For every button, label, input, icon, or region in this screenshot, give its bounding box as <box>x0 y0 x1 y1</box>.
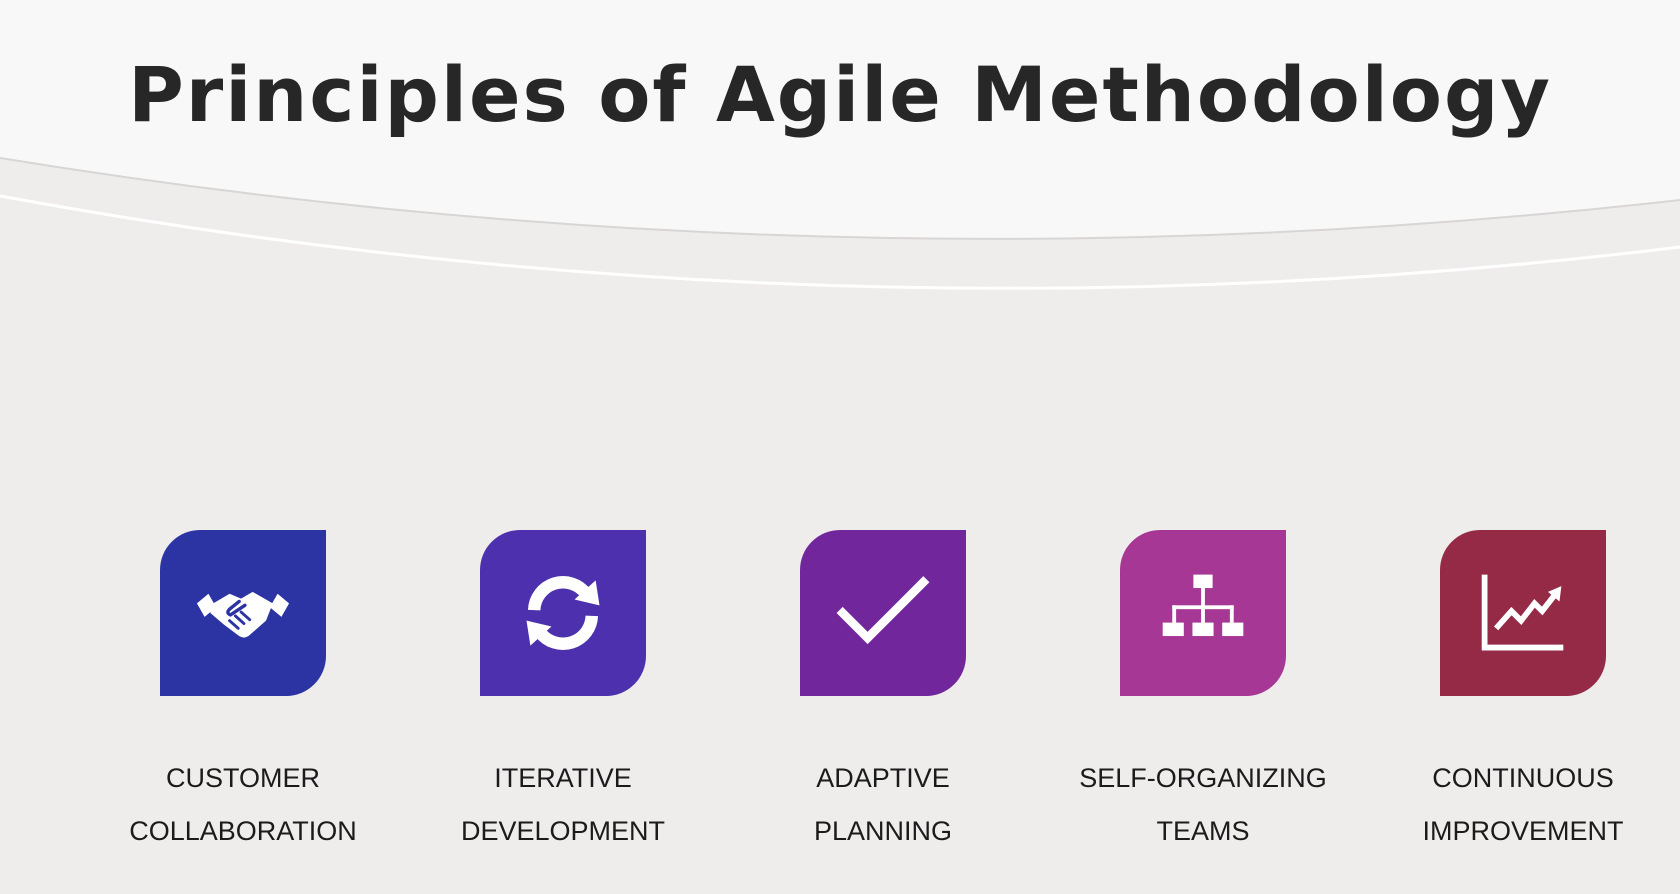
principle-tile <box>160 530 326 696</box>
principle-label: ITERATIVE DEVELOPMENT <box>423 752 703 858</box>
slide-title: Principles of Agile Methodology <box>128 50 1552 139</box>
principles-row: CUSTOMER COLLABORATION ITERATIVE DEVELOP… <box>0 530 1680 860</box>
principle-label-line: IMPROVEMENT <box>1422 816 1624 846</box>
org-chart-icon <box>1162 574 1244 637</box>
principle-label-line: COLLABORATION <box>129 816 357 846</box>
principle-label: CUSTOMER COLLABORATION <box>103 752 383 858</box>
principle-tile <box>480 530 646 696</box>
line-chart-icon <box>1481 574 1564 651</box>
principle-tile <box>1440 530 1606 696</box>
principle-label: CONTINUOUS IMPROVEMENT <box>1383 752 1663 858</box>
principle-label-line: CONTINUOUS <box>1432 763 1614 793</box>
principle-tile <box>800 530 966 696</box>
principle-label-line: DEVELOPMENT <box>460 816 666 846</box>
principle-label-line: TEAMS <box>1156 816 1250 846</box>
principle-label: SELF-ORGANIZING TEAMS <box>1063 752 1343 858</box>
checkmark-icon <box>836 576 930 645</box>
principle-label-line: ADAPTIVE <box>816 763 950 793</box>
principle-label-line: ITERATIVE <box>494 763 632 793</box>
principle-label-line: PLANNING <box>813 816 953 846</box>
principle-tile <box>1120 530 1286 696</box>
refresh-icon <box>526 576 600 650</box>
principle-label-line: CUSTOMER <box>165 763 320 793</box>
principle-label-line: SELF-ORGANIZING <box>1079 763 1327 793</box>
principle-label: ADAPTIVE PLANNING <box>743 752 1023 858</box>
handshake-icon <box>196 591 290 638</box>
